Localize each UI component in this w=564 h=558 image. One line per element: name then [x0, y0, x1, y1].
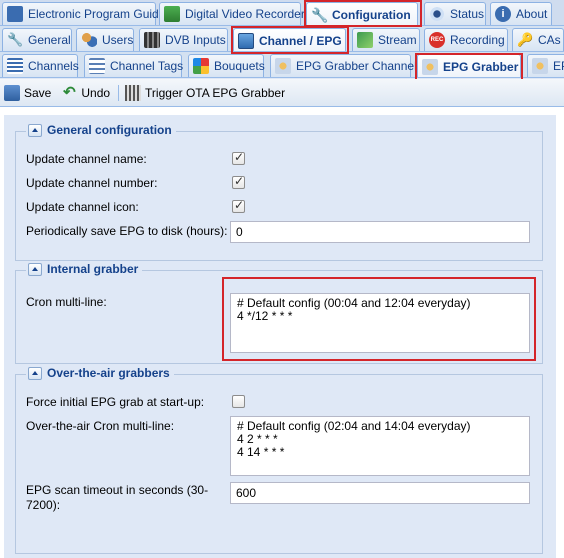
film-icon: [144, 32, 160, 48]
tab-configuration[interactable]: 🔧 Configuration: [306, 2, 418, 25]
list-icon: [7, 58, 23, 74]
ota-grabbers-fieldset: Over-the-air grabbers Force initial EPG …: [15, 366, 543, 554]
save-button[interactable]: Save: [4, 84, 52, 101]
scan-timeout-input[interactable]: 600: [230, 482, 530, 504]
tab-channel-epg[interactable]: Channel / EPG: [233, 28, 346, 51]
save-period-input[interactable]: 0: [230, 221, 530, 243]
tab-label: About: [516, 7, 548, 21]
update-icon-label: Update channel icon:: [26, 200, 139, 214]
tab-label: Configuration: [332, 7, 411, 22]
stream-icon: [357, 32, 373, 48]
eye-icon: [429, 6, 445, 22]
tab-label: Digital Video Recorder: [185, 7, 305, 21]
ota-grabbers-legend: Over-the-air grabbers: [26, 366, 174, 380]
internal-grabber-fieldset: Internal grabber Cron multi-line: # Defa…: [15, 262, 543, 364]
collapse-toggle[interactable]: [28, 366, 42, 380]
tab-epg-grabber[interactable]: EPG Grabber: [417, 54, 521, 77]
tab-digital-video-recorder[interactable]: Digital Video Recorder: [159, 2, 305, 25]
tab-users[interactable]: Users: [76, 28, 134, 51]
tab-cas[interactable]: 🔑 CAs: [512, 28, 564, 51]
undo-button[interactable]: ↶ Undo: [61, 83, 111, 101]
update-number-checkbox[interactable]: [232, 174, 245, 189]
force-grab-checkbox[interactable]: [232, 395, 245, 408]
tab-label: CAs: [538, 33, 561, 47]
tab-recording[interactable]: REC Recording: [424, 28, 508, 51]
tab-label: EP: [553, 59, 564, 73]
internal-title: Internal grabber: [47, 262, 139, 276]
tab-label: Electronic Program Guide: [28, 7, 166, 21]
toolbar-separator: [118, 84, 120, 101]
tab-general[interactable]: 🔧 General: [2, 28, 72, 51]
tab-label: Recording: [450, 33, 505, 47]
tab-label: Status: [450, 7, 485, 21]
dvr-icon: [164, 6, 180, 22]
cron-label: Cron multi-line:: [26, 295, 107, 309]
update-name-label: Update channel name:: [26, 152, 147, 166]
channel-epg-tab-bar: Channels Channel Tags Bouquets EPG Grabb…: [0, 52, 564, 78]
undo-label: Undo: [81, 85, 111, 100]
general-configuration-fieldset: General configuration Update channel nam…: [15, 123, 543, 261]
general-title: General configuration: [47, 123, 172, 137]
key-icon: 🔑: [517, 32, 534, 47]
epg-icon: [7, 6, 23, 22]
tab-stream[interactable]: Stream: [352, 28, 420, 51]
cron-textarea[interactable]: # Default config (00:04 and 12:04 everyd…: [230, 293, 530, 353]
ota-cron-label: Over-the-air Cron multi-line:: [26, 419, 175, 433]
save-period-label: Periodically save EPG to disk (hours):: [26, 224, 228, 238]
tab-label: Channel / EPG: [259, 33, 342, 48]
ota-title: Over-the-air grabbers: [47, 366, 170, 380]
tab-label: Stream: [378, 33, 417, 47]
tab-label: Channels: [28, 59, 79, 73]
internal-grabber-legend: Internal grabber: [26, 262, 143, 276]
ota-cron-textarea[interactable]: # Default config (02:04 and 14:04 everyd…: [230, 416, 530, 476]
trigger-label: Trigger OTA EPG Grabber: [145, 85, 286, 100]
tag-icon: [89, 58, 105, 74]
grabber-icon: [422, 58, 438, 75]
grabber-icon: [275, 58, 291, 74]
save-icon: [4, 84, 20, 101]
tab-epg-more[interactable]: EP: [527, 54, 564, 77]
tab-label: Bouquets: [214, 59, 265, 73]
wrench-icon: 🔧: [7, 32, 24, 47]
bouquet-icon: [193, 58, 209, 74]
update-icon-checkbox[interactable]: [232, 198, 245, 213]
info-icon: i: [495, 6, 511, 22]
toolbar: Save ↶ Undo Trigger OTA EPG Grabber: [0, 79, 564, 107]
tab-epg-grabber-channels[interactable]: EPG Grabber Channels: [270, 54, 423, 77]
tab-label: EPG Grabber Channels: [296, 59, 423, 73]
collapse-toggle[interactable]: [28, 123, 42, 137]
force-grab-label: Force initial EPG grab at start-up:: [26, 395, 205, 409]
tab-bouquets[interactable]: Bouquets: [188, 54, 265, 77]
undo-icon: ↶: [63, 83, 76, 101]
tab-label: EPG Grabber: [443, 59, 519, 74]
tab-label: Channel Tags: [110, 59, 184, 73]
update-number-label: Update channel number:: [26, 176, 158, 190]
save-label: Save: [24, 85, 52, 100]
update-name-checkbox[interactable]: [232, 150, 245, 165]
wrench-icon: 🔧: [311, 6, 329, 23]
tab-status[interactable]: Status: [424, 2, 486, 25]
collapse-toggle[interactable]: [28, 262, 42, 276]
tab-label: General: [28, 33, 71, 47]
scan-timeout-label: EPG scan timeout in seconds (30-7200):: [26, 483, 209, 512]
rec-icon: REC: [429, 32, 445, 48]
form-area: General configuration Update channel nam…: [4, 115, 556, 558]
users-icon: [81, 32, 97, 48]
tv-icon: [238, 32, 254, 49]
tab-dvb-inputs[interactable]: DVB Inputs: [139, 28, 228, 51]
trigger-ota-button[interactable]: Trigger OTA EPG Grabber: [125, 84, 286, 101]
tab-channel-tags[interactable]: Channel Tags: [84, 54, 184, 77]
main-tab-bar: Electronic Program Guide Digital Video R…: [0, 0, 564, 26]
tab-channels[interactable]: Channels: [2, 54, 79, 77]
grabber-trigger-icon: [125, 84, 142, 101]
tab-electronic-program-guide[interactable]: Electronic Program Guide: [2, 2, 165, 25]
grabber-icon: [532, 58, 548, 74]
tab-label: Users: [102, 33, 134, 47]
tab-about[interactable]: i About: [490, 2, 552, 25]
tab-label: DVB Inputs: [165, 33, 226, 47]
content-panel: General configuration Update channel nam…: [0, 107, 564, 558]
general-configuration-legend: General configuration: [26, 123, 176, 137]
config-tab-bar: 🔧 General Users DVB Inputs Channel / EPG…: [0, 26, 564, 52]
